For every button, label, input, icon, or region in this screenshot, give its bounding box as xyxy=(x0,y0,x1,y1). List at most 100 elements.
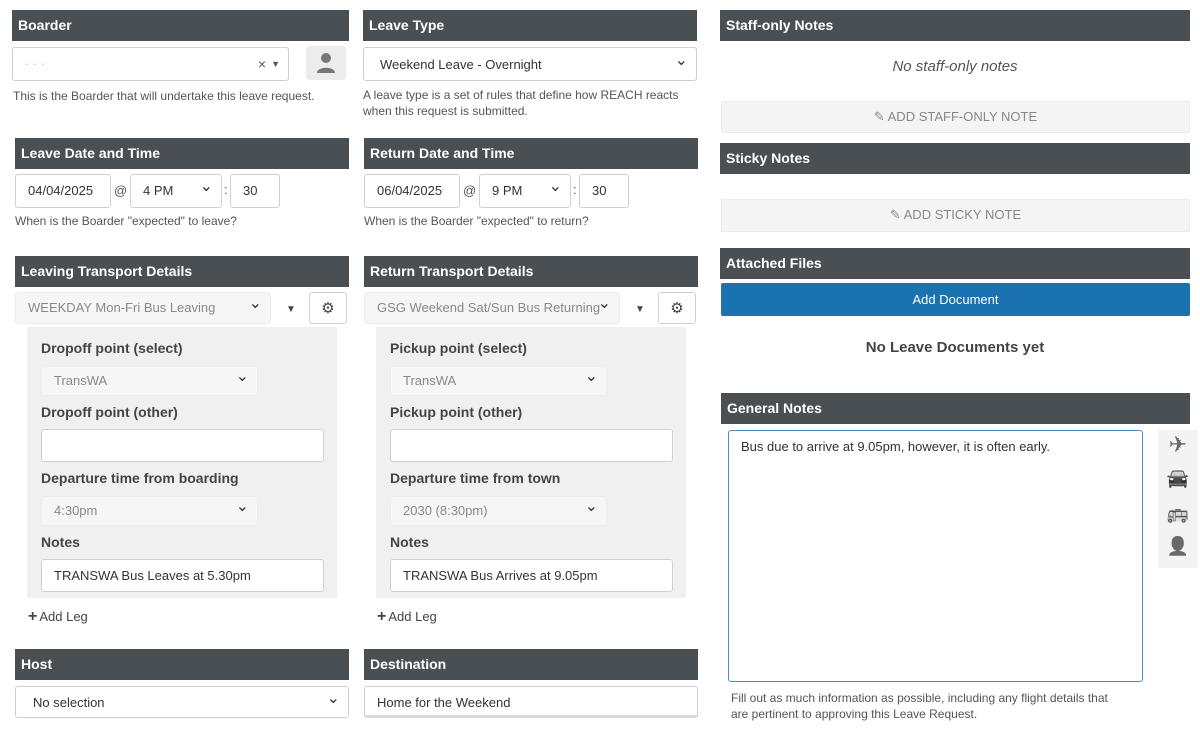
dropoff-other-label: Dropoff point (other) xyxy=(41,404,178,420)
leave-hour-select[interactable]: 4 PM ⌄ xyxy=(130,174,222,208)
boarder-help: This is the Boarder that will undertake … xyxy=(13,89,315,103)
town-departure-time-label: Departure time from town xyxy=(390,470,561,486)
leave-at-symbol: @ xyxy=(114,183,128,198)
clear-icon[interactable]: × xyxy=(258,48,266,80)
return-colon: : xyxy=(573,182,577,197)
return-date-input[interactable]: 06/04/2025 xyxy=(364,174,460,208)
leave-hour-value: 4 PM xyxy=(143,183,174,198)
host-select[interactable]: No selection ⌄ xyxy=(15,686,349,718)
return-add-leg-button[interactable]: + Add Leg xyxy=(377,608,437,626)
person-icon[interactable]: 👤 xyxy=(1158,536,1198,557)
leave-colon: : xyxy=(224,182,228,197)
departure-time-select[interactable]: 4:30pm ⌄ xyxy=(41,496,258,526)
add-staff-note-label: ADD STAFF-ONLY NOTE xyxy=(887,109,1038,124)
leave-datetime-header: Leave Date and Time xyxy=(15,138,349,169)
staff-notes-empty: No staff-only notes xyxy=(892,58,1018,75)
transport-type-icons: ✈ 🚘 🚌 👤 xyxy=(1158,430,1198,568)
leave-type-help-2: when this request is submitted. xyxy=(363,104,528,118)
host-header: Host xyxy=(15,649,349,680)
add-sticky-note-button[interactable]: ✎ ADD STICKY NOTE xyxy=(721,199,1190,232)
add-leg-label: Add Leg xyxy=(388,609,437,624)
chevron-down-icon: ⌄ xyxy=(584,368,598,385)
boarder-selected: · · · xyxy=(25,56,46,71)
leaving-add-leg-button[interactable]: + Add Leg xyxy=(28,608,88,626)
return-transport-value: GSG Weekend Sat/Sun Bus Returning xyxy=(377,300,601,315)
plus-icon: + xyxy=(28,608,38,625)
town-departure-time-select[interactable]: 2030 (8:30pm) ⌄ xyxy=(390,496,607,526)
leave-datetime-help: When is the Boarder "expected" to leave? xyxy=(15,214,237,228)
destination-header: Destination xyxy=(364,649,698,680)
chevron-down-icon: ⌄ xyxy=(584,498,598,515)
pickup-point-value: TransWA xyxy=(403,373,457,388)
add-staff-note-button[interactable]: ✎ ADD STAFF-ONLY NOTE xyxy=(721,101,1190,133)
return-datetime-help: When is the Boarder "expected" to return… xyxy=(364,214,589,228)
dropoff-point-value: TransWA xyxy=(54,373,108,388)
dropoff-point-select[interactable]: TransWA ⌄ xyxy=(41,366,258,396)
general-notes-value: Bus due to arrive at 9.05pm, however, it… xyxy=(741,439,1051,454)
edit-icon: ✎ xyxy=(889,207,901,222)
plus-icon: + xyxy=(377,608,387,625)
staff-notes-header: Staff-only Notes xyxy=(720,10,1190,41)
chevron-down-icon: ⌄ xyxy=(248,295,262,312)
destination-input[interactable]: Home for the Weekend xyxy=(364,686,698,718)
chevron-down-icon: ⌄ xyxy=(199,178,213,195)
chevron-down-icon: ⌄ xyxy=(548,178,562,195)
pickup-other-label: Pickup point (other) xyxy=(390,404,523,420)
leave-date-input[interactable]: 04/04/2025 xyxy=(15,174,111,208)
car-icon[interactable]: 🚘 xyxy=(1158,468,1198,489)
chevron-down-icon: ⌄ xyxy=(235,498,249,515)
leave-type-help-1: A leave type is a set of rules that defi… xyxy=(363,88,679,102)
caret-down-icon[interactable]: ▼ xyxy=(635,304,645,315)
host-selected: No selection xyxy=(33,695,105,710)
attached-files-header: Attached Files xyxy=(720,248,1190,279)
caret-down-icon[interactable]: ▼ xyxy=(286,304,296,315)
chevron-down-icon: ⌄ xyxy=(674,52,688,69)
leaving-notes-input[interactable]: TRANSWA Bus Leaves at 5.30pm xyxy=(41,559,324,592)
chevron-down-icon: ⌄ xyxy=(597,295,611,312)
return-minute-input[interactable]: 30 xyxy=(579,174,629,208)
person-icon xyxy=(317,53,335,73)
no-documents-text: No Leave Documents yet xyxy=(865,339,1045,356)
return-datetime-header: Return Date and Time xyxy=(364,138,698,169)
return-transport-header: Return Transport Details xyxy=(364,256,698,287)
boarder-profile-button[interactable] xyxy=(306,46,346,80)
pickup-other-input[interactable] xyxy=(390,429,673,462)
leaving-transport-select[interactable]: WEEKDAY Mon-Fri Bus Leaving ⌄ xyxy=(15,292,271,324)
dropoff-select-label: Dropoff point (select) xyxy=(41,340,183,356)
chevron-down-icon: ⌄ xyxy=(326,690,340,707)
return-hour-value: 9 PM xyxy=(492,183,523,198)
pickup-select-label: Pickup point (select) xyxy=(390,340,527,356)
leave-minute-input[interactable]: 30 xyxy=(230,174,280,208)
caret-down-icon: ▼ xyxy=(271,59,280,69)
leaving-transport-settings-button[interactable]: ⚙ xyxy=(309,292,347,324)
general-notes-textarea[interactable]: Bus due to arrive at 9.05pm, however, it… xyxy=(728,430,1143,682)
leave-type-header: Leave Type xyxy=(363,10,697,41)
pickup-point-select[interactable]: TransWA ⌄ xyxy=(390,366,607,396)
return-transport-settings-button[interactable]: ⚙ xyxy=(658,292,696,324)
return-hour-select[interactable]: 9 PM ⌄ xyxy=(479,174,571,208)
gear-icon: ⚙ xyxy=(321,300,335,317)
leave-type-select[interactable]: Weekend Leave - Overnight ⌄ xyxy=(363,47,697,81)
return-at-symbol: @ xyxy=(463,183,477,198)
sticky-notes-header: Sticky Notes xyxy=(720,143,1190,174)
chevron-down-icon: ⌄ xyxy=(235,368,249,385)
leaving-transport-header: Leaving Transport Details xyxy=(15,256,349,287)
bus-icon[interactable]: 🚌 xyxy=(1158,503,1198,524)
general-notes-help-2: are pertinent to approving this Leave Re… xyxy=(731,707,978,721)
add-sticky-note-label: ADD STICKY NOTE xyxy=(903,207,1022,222)
add-leg-label: Add Leg xyxy=(39,609,88,624)
departure-time-label: Departure time from boarding xyxy=(41,470,239,486)
boarder-select[interactable]: · · · × ▼ xyxy=(12,47,289,81)
return-notes-input[interactable]: TRANSWA Bus Arrives at 9.05pm xyxy=(390,559,673,592)
general-notes-help-1: Fill out as much information as possible… xyxy=(731,691,1108,705)
edit-icon: ✎ xyxy=(873,109,885,124)
plane-icon[interactable]: ✈ xyxy=(1158,432,1198,458)
return-transport-select[interactable]: GSG Weekend Sat/Sun Bus Returning ⌄ xyxy=(364,292,620,324)
leaving-transport-value: WEEKDAY Mon-Fri Bus Leaving xyxy=(28,300,216,315)
leaving-notes-label: Notes xyxy=(41,534,80,550)
dropoff-other-input[interactable] xyxy=(41,429,324,462)
add-document-button[interactable]: Add Document xyxy=(721,283,1190,316)
return-notes-label: Notes xyxy=(390,534,429,550)
gear-icon: ⚙ xyxy=(670,300,684,317)
general-notes-header: General Notes xyxy=(721,393,1190,424)
